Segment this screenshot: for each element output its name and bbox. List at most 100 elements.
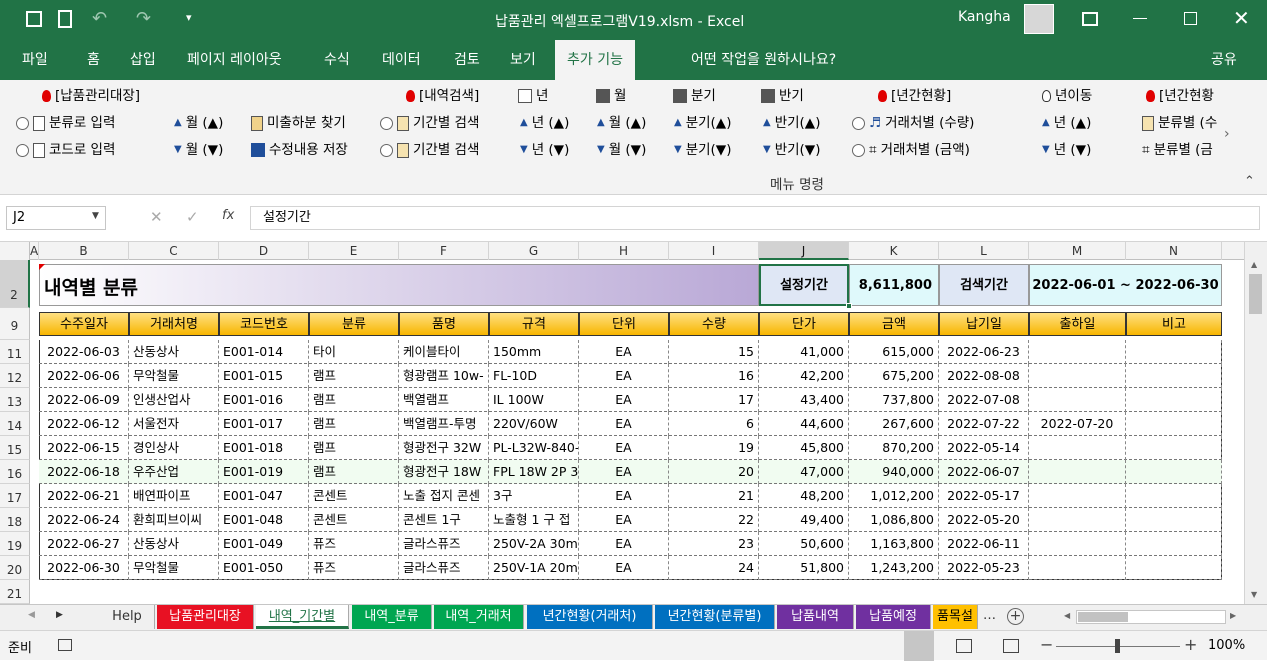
search-label-cell[interactable]: 검색기간 [939,264,1029,306]
cell-category[interactable]: 램프 [309,364,399,388]
cell-unit[interactable]: EA [579,364,669,388]
sheet-tab[interactable]: 납품예정 [856,605,931,629]
tab-home[interactable]: 홈 [87,40,100,80]
cell-client[interactable]: 무악철물 [129,364,219,388]
sheet-tab[interactable]: 년간현황(분류별) [655,605,775,629]
cell-client[interactable]: 산동상사 [129,340,219,364]
maximize-icon[interactable] [1184,12,1197,25]
btn-annual-status[interactable]: [년간현황] [878,85,951,107]
cell-client[interactable]: 서울전자 [129,412,219,436]
cell-item[interactable]: 노출 접지 콘센 [399,484,489,508]
cell-spec[interactable]: 3구 [489,484,579,508]
avatar[interactable] [1024,4,1054,34]
cell-item[interactable]: 형광전구 18W [399,460,489,484]
sheet-tab[interactable]: 내역_기간별 [256,605,349,629]
sheet-tab[interactable]: 납품관리대장 [157,605,254,629]
btn-input-by-category[interactable]: 분류로 입력 [16,112,115,134]
cell-unit[interactable]: EA [579,436,669,460]
btn-year[interactable]: 년 [518,85,548,107]
cell-unit[interactable]: EA [579,460,669,484]
cell-amount[interactable]: 1,243,200 [849,556,939,580]
row-header[interactable]: 17 [0,484,30,508]
cell-qty[interactable]: 6 [669,412,759,436]
cell-code[interactable]: E001-047 [219,484,309,508]
cell-note[interactable] [1126,340,1222,364]
cell-amount[interactable]: 675,200 [849,364,939,388]
cell-qty[interactable]: 20 [669,460,759,484]
cell-spec[interactable]: 250V-1A 20mm [489,556,579,580]
cell-client[interactable]: 인생산업사 [129,388,219,412]
page-layout-view-icon[interactable] [956,639,972,653]
collapse-ribbon-icon[interactable]: ⌃ [1244,174,1255,189]
period-label-cell[interactable]: 설정기간 [759,264,849,306]
cell-order-date[interactable]: 2022-06-06 [39,364,129,388]
btn-annual-status-2[interactable]: [년간현황 [1146,85,1252,107]
cell-qty[interactable]: 15 [669,340,759,364]
normal-view-icon[interactable] [904,631,934,661]
cell-spec[interactable]: 150mm [489,340,579,364]
row-header[interactable]: 19 [0,532,30,556]
btn-year-down[interactable]: ▼ 년 (▼) [520,139,569,161]
cell-code[interactable]: E001-018 [219,436,309,460]
sheet-tab[interactable]: 내역_분류 [352,605,432,629]
cell-ship-date[interactable] [1029,436,1126,460]
btn-by-category-qty[interactable]: 분류별 (수 [1142,112,1224,134]
cell-due-date[interactable]: 2022-06-11 [939,532,1029,556]
column-header[interactable]: E [309,242,399,260]
cell-note[interactable] [1126,412,1222,436]
save-icon[interactable] [26,11,42,27]
cell-spec[interactable]: PL-L32W-840-4 [489,436,579,460]
btn-year-down-2[interactable]: ▼ 년 (▼) [1042,139,1091,161]
cell-item[interactable]: 글라스퓨즈 [399,556,489,580]
column-header[interactable]: J [759,242,849,260]
column-header[interactable]: H [579,242,669,260]
cell-category[interactable]: 퓨즈 [309,556,399,580]
tab-addins[interactable]: 추가 기능 [555,40,635,80]
cell-price[interactable]: 43,400 [759,388,849,412]
sheet-tab[interactable]: 품목설 [933,605,978,629]
column-header[interactable]: N [1126,242,1222,260]
sheet-tab[interactable]: Help [100,605,155,629]
cell-category[interactable]: 램프 [309,460,399,484]
cell-amount[interactable]: 870,200 [849,436,939,460]
btn-input-by-code[interactable]: 코드로 입력 [16,139,115,161]
btn-by-client-amount[interactable]: ⌗ 거래처별 (금액) [852,139,970,161]
cell-unit[interactable]: EA [579,484,669,508]
cell-price[interactable]: 42,200 [759,364,849,388]
cell-item[interactable]: 백열램프-투명 [399,412,489,436]
cell-ship-date[interactable]: 2022-07-20 [1029,412,1126,436]
cell-amount[interactable]: 1,012,200 [849,484,939,508]
btn-month-down-2[interactable]: ▼ 월 (▼) [597,139,646,161]
column-header[interactable]: D [219,242,309,260]
cell-ship-date[interactable] [1029,532,1126,556]
cell-order-date[interactable]: 2022-06-12 [39,412,129,436]
cell-item[interactable]: 글라스퓨즈 [399,532,489,556]
cell-item[interactable]: 형광전구 32W [399,436,489,460]
cell-code[interactable]: E001-016 [219,388,309,412]
share-button[interactable]: 공유 [1211,40,1237,80]
cell-due-date[interactable]: 2022-06-07 [939,460,1029,484]
cell-spec[interactable]: IL 100W [489,388,579,412]
cell-ship-date[interactable] [1029,340,1126,364]
btn-detail-search[interactable]: [내역검색] [406,85,479,107]
cell-qty[interactable]: 22 [669,508,759,532]
cell-note[interactable] [1126,436,1222,460]
row-header[interactable]: 13 [0,388,30,412]
tab-page-layout[interactable]: 페이지 레이아웃 [187,40,282,80]
cell-code[interactable]: E001-014 [219,340,309,364]
column-header[interactable]: C [129,242,219,260]
cell-due-date[interactable]: 2022-05-14 [939,436,1029,460]
cell-category[interactable]: 타이 [309,340,399,364]
btn-month-down[interactable]: ▼ 월 (▼) [174,139,223,161]
cell-client[interactable]: 배연파이프 [129,484,219,508]
cell-code[interactable]: E001-017 [219,412,309,436]
cell-order-date[interactable]: 2022-06-18 [39,460,129,484]
cell-price[interactable]: 41,000 [759,340,849,364]
cell-price[interactable]: 48,200 [759,484,849,508]
cell-qty[interactable]: 16 [669,364,759,388]
scroll-down-icon[interactable]: ▼ [1251,590,1257,599]
cell-code[interactable]: E001-048 [219,508,309,532]
cell-order-date[interactable]: 2022-06-15 [39,436,129,460]
cell-client[interactable]: 무악철물 [129,556,219,580]
cell-unit[interactable]: EA [579,532,669,556]
